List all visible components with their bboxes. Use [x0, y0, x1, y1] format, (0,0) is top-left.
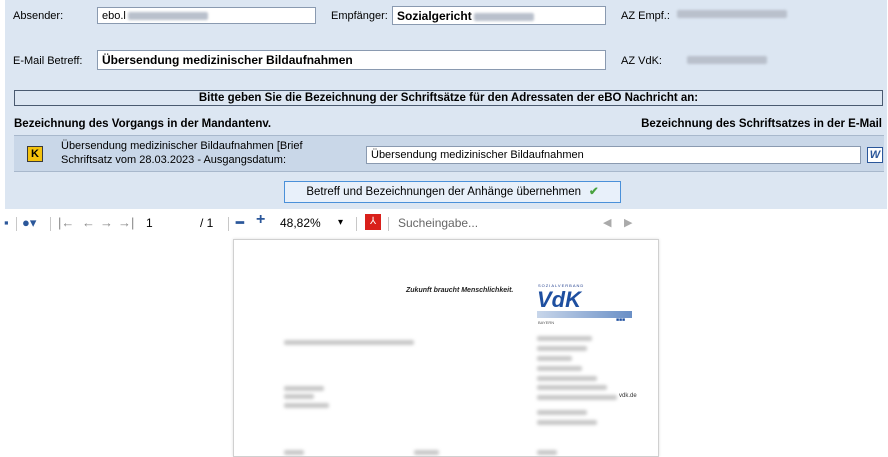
blurred-line [537, 336, 592, 341]
pdf-preview-area: Zukunft braucht Menschlichkeit. SOZIALVE… [0, 237, 888, 457]
az-vdk-label: AZ VdK: [621, 55, 662, 67]
k-document-icon: K [27, 146, 43, 162]
attachment-row[interactable]: K Übersendung medizinischer Bildaufnahme… [14, 135, 884, 172]
redacted-text [473, 12, 534, 21]
blurred-line [284, 340, 414, 345]
apply-button-label: Betreff und Bezeichnungen der Anhänge üb… [306, 186, 582, 198]
description-line-2: Schriftsatz vom 28.03.2023 - Ausgangsdat… [61, 154, 287, 166]
absender-field[interactable]: ebo.l [97, 7, 316, 24]
zoom-in-icon[interactable]: + [256, 212, 265, 228]
pdf-icon[interactable]: ⅄ [365, 214, 381, 230]
blurred-line [537, 385, 607, 390]
absender-value: ebo.l [102, 10, 126, 22]
zoom-dropdown-icon[interactable]: ▾ [338, 215, 343, 231]
logo-region: BAYERN [538, 320, 555, 325]
absender-label: Absender: [13, 10, 64, 22]
zoom-out-icon[interactable]: ━ [236, 215, 244, 231]
first-page-icon[interactable]: |← [58, 215, 74, 231]
empfaenger-value: Sozialgericht [397, 9, 472, 23]
pdf-page: Zukunft braucht Menschlichkeit. SOZIALVE… [233, 239, 659, 457]
blurred-line [537, 450, 557, 455]
email-betreff-label: E-Mail Betreff: [13, 55, 83, 67]
az-empf-value-redacted [677, 10, 787, 18]
apply-subject-button[interactable]: Betreff und Bezeichnungen der Anhänge üb… [284, 181, 621, 203]
blurred-line [537, 410, 587, 415]
web-suffix-text: vdk.de [619, 393, 637, 399]
zoom-level[interactable]: 48,82% [280, 215, 321, 231]
instruction-banner: Bitte geben Sie die Bezeichnung der Schr… [14, 90, 883, 106]
divider [50, 217, 51, 231]
vorgang-description: Übersendung medizinischer Bildaufnahmen … [61, 139, 351, 167]
blurred-line [537, 395, 617, 400]
next-page-icon[interactable]: → [100, 215, 113, 231]
blurred-line [537, 376, 597, 381]
search-prev-icon[interactable]: ◀ [603, 215, 611, 231]
divider [356, 217, 357, 231]
email-betreff-field[interactable]: Übersendung medizinischer Bildaufnahmen [97, 50, 606, 70]
empfaenger-field[interactable]: Sozialgericht [392, 6, 606, 25]
checkmark-icon: ✔ [589, 186, 599, 198]
column-header-schriftsatz: Bezeichnung des Schriftsatzes in der E-M… [641, 118, 882, 130]
blurred-line [284, 386, 324, 391]
search-input[interactable]: Sucheingabe... [398, 215, 478, 231]
blurred-line [284, 450, 304, 455]
blurred-line [537, 356, 572, 361]
current-page-input[interactable]: 1 [146, 215, 153, 231]
word-icon[interactable]: W [867, 147, 883, 163]
slogan-text: Zukunft braucht Menschlichkeit. [406, 287, 514, 294]
last-page-icon[interactable]: →| [118, 215, 134, 231]
divider [16, 217, 17, 231]
blurred-line [537, 366, 582, 371]
blurred-line [414, 450, 439, 455]
save-icon[interactable]: ▪ [4, 215, 9, 231]
blurred-line [284, 394, 314, 399]
blurred-line [537, 346, 587, 351]
description-line-1: Übersendung medizinischer Bildaufnahmen … [61, 140, 303, 152]
vdk-logo: VdK [537, 287, 581, 312]
page-total: / 1 [200, 216, 214, 230]
divider [388, 217, 389, 231]
redacted-text [127, 12, 208, 21]
eBO-form: Absender: ebo.l Empfänger: Sozialgericht… [5, 0, 887, 209]
search-next-icon[interactable]: ▶ [624, 215, 632, 231]
divider [228, 217, 229, 231]
az-vdk-value-redacted [687, 56, 767, 64]
mouse-mode-icon[interactable]: ●▾ [22, 215, 36, 231]
logo-dots: ■■■ [616, 317, 626, 323]
pdf-toolbar: ▪ ●▾ |← ← → →| 1 / 1 ━ + 48,82% ▾ ⅄ Such… [0, 209, 888, 237]
prev-page-icon[interactable]: ← [82, 215, 95, 231]
blurred-line [537, 420, 597, 425]
column-header-vorgang: Bezeichnung des Vorgangs in der Mandante… [14, 118, 272, 130]
empfaenger-label: Empfänger: [331, 10, 388, 22]
blurred-line [284, 403, 329, 408]
schriftsatz-subject-input[interactable]: Übersendung medizinischer Bildaufnahmen [366, 146, 861, 164]
az-empf-label: AZ Empf.: [621, 10, 670, 22]
